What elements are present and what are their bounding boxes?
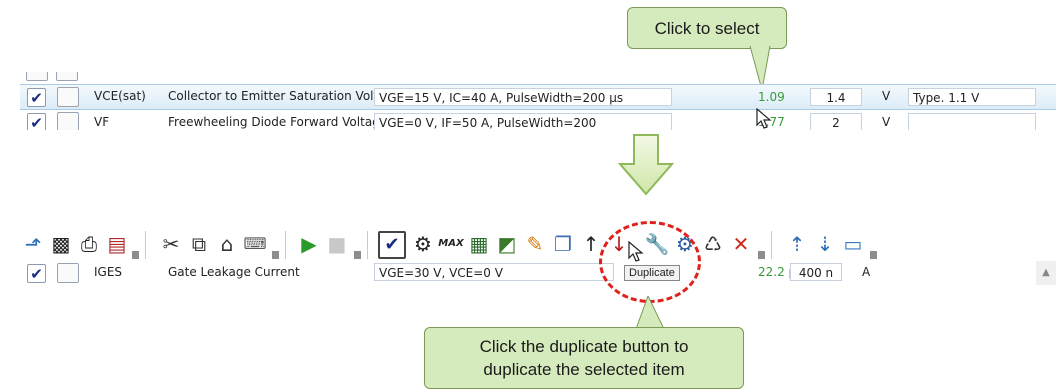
toolbar-separator (364, 231, 372, 259)
unit-cell: A (862, 265, 871, 279)
row-select-box[interactable] (57, 87, 79, 107)
export-icon[interactable]: ⇡ (784, 231, 810, 257)
toolbar-grip[interactable] (132, 251, 139, 259)
description-cell: Collector to Emitter Saturation Volt... (168, 89, 390, 103)
edit-icon[interactable]: ✎ (522, 231, 548, 257)
max-icon[interactable]: MAX (438, 231, 464, 257)
save-icon[interactable]: ▩ (48, 231, 74, 257)
toolbar-grip[interactable] (758, 251, 765, 259)
limit-field[interactable]: 2 (810, 113, 862, 130)
new-icon[interactable]: ▤ (104, 231, 130, 257)
condition-field[interactable]: VGE=0 V, IF=50 A, PulseWidth=200 (374, 113, 672, 130)
table-row-selected[interactable]: ✔ VCE(sat) Collector to Emitter Saturati… (20, 84, 1056, 110)
limit-field[interactable]: 1.4 (810, 88, 862, 106)
symbol-cell: IGES (94, 265, 123, 279)
table-icon[interactable]: ▦ (466, 231, 492, 257)
symbol-cell: VF (94, 115, 110, 129)
down-arrow-icon (618, 134, 674, 196)
run-icon[interactable]: ▶ (296, 231, 322, 257)
cut-icon[interactable]: ✂ (158, 231, 184, 257)
import-icon[interactable]: ⇣ (812, 231, 838, 257)
scrollbar-up-arrow[interactable]: ▲ (1036, 261, 1056, 285)
callout-pointer-bottom (635, 296, 665, 330)
mouse-cursor-icon (756, 108, 772, 129)
toolbar-grip[interactable] (272, 251, 279, 259)
note-field[interactable]: Type. 1.1 V (908, 88, 1036, 106)
toolbar-separator (142, 231, 150, 259)
toolbar-separator (282, 231, 290, 259)
description-cell: Gate Leakage Current (168, 265, 300, 279)
paste-icon[interactable]: ⌂ (214, 231, 240, 257)
row-select-box[interactable] (57, 263, 79, 283)
callout-text: Click to select (654, 18, 760, 38)
toolbar: ⬏ ▩ ⎙ ▤ ✂ ⧉ ⌂ ⌨ ▶ ■ ✔ ⚙ MAX ▦ ◩ ✎ ❐ ↑ ↓ … (20, 227, 1056, 261)
parameter-table-top: ✔ VCE(sat) Collector to Emitter Saturati… (20, 72, 1056, 130)
callout-duplicate-instruction: Click the duplicate button to duplicate … (424, 327, 744, 389)
row-select-box[interactable] (57, 112, 79, 130)
open-icon[interactable]: ⬏ (20, 231, 46, 257)
toolbar-separator (768, 231, 776, 259)
symbol-cell: VCE(sat) (94, 89, 146, 103)
toolbar-grip[interactable] (354, 251, 361, 259)
table-row[interactable]: ✔ VF Freewheeling Diode Forward Voltage … (20, 110, 1056, 130)
toolbar-strip: ⬏ ▩ ⎙ ▤ ✂ ⧉ ⌂ ⌨ ▶ ■ ✔ ⚙ MAX ▦ ◩ ✎ ❐ ↑ ↓ … (20, 217, 1056, 287)
checkbox-icon[interactable]: ✔ (378, 231, 406, 259)
unit-cell: V (882, 89, 891, 103)
table-row[interactable]: ✔ IGES Gate Leakage Current VGE=30 V, VC… (20, 261, 1056, 285)
duplicate-icon[interactable]: ❐ (550, 231, 576, 257)
callout-click-to-select: Click to select (627, 7, 787, 49)
table-row[interactable] (20, 72, 1056, 82)
row-checkbox[interactable]: ✔ (27, 113, 46, 130)
toolbar-grip[interactable] (870, 251, 877, 259)
row-marker[interactable] (26, 72, 48, 81)
note-field[interactable] (908, 113, 1036, 130)
callout-line: duplicate the selected item (483, 360, 685, 379)
highlight-ellipse (599, 221, 701, 303)
stop-icon[interactable]: ■ (324, 231, 350, 257)
print-icon[interactable]: ⎙ (76, 231, 102, 257)
row-checkbox[interactable]: ✔ (27, 88, 46, 107)
delete-icon[interactable]: ✕ (728, 231, 754, 257)
row-marker[interactable] (56, 72, 78, 81)
image-icon[interactable]: ▭ (840, 231, 866, 257)
unit-cell: V (882, 115, 891, 129)
callout-line: Click the duplicate button to (479, 337, 689, 356)
recycle-icon[interactable]: ♺ (700, 231, 726, 257)
chart-icon[interactable]: ◩ (494, 231, 520, 257)
copy-icon[interactable]: ⧉ (186, 231, 212, 257)
condition-field[interactable]: VGE=15 V, IC=40 A, PulseWidth=200 µs (374, 88, 672, 106)
condition-field[interactable]: VGE=30 V, VCE=0 V (374, 263, 614, 281)
measured-value: 1.09 (758, 90, 785, 104)
keyboard-icon[interactable]: ⌨ (242, 231, 268, 257)
gear-icon[interactable]: ⚙ (410, 231, 436, 257)
limit-field[interactable]: 400 n (790, 263, 842, 281)
description-cell: Freewheeling Diode Forward Voltage (168, 115, 388, 129)
row-checkbox[interactable]: ✔ (27, 264, 46, 283)
